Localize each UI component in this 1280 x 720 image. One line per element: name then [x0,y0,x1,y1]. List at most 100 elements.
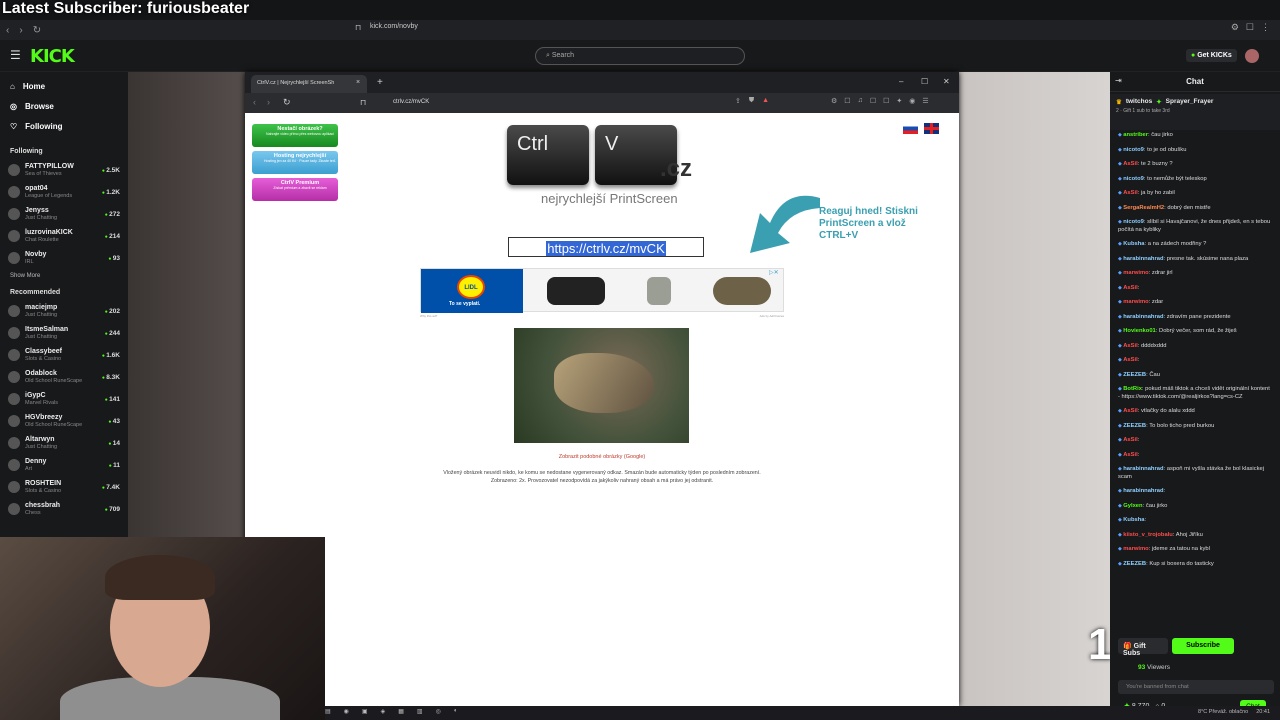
english-flag-icon[interactable] [924,123,939,134]
uploaded-screenshot-image[interactable] [514,328,689,443]
channel-row[interactable]: iGypCMarvel Rivals 141 [0,388,128,410]
extension-icon[interactable]: ⚙ [831,97,837,105]
chat-username[interactable]: Gylxen [1123,503,1142,509]
reload-icon[interactable]: ↻ [283,97,291,108]
forward-icon[interactable]: › [267,97,270,107]
chat-username[interactable]: ZEEZEB [1123,372,1146,378]
forward-icon[interactable]: › [19,25,22,36]
channel-row[interactable]: FATTYPILLOWSea of Thieves 2.5K [0,159,128,181]
nav-home[interactable]: ⌂ Home [0,76,128,96]
chat-username[interactable]: Kubsha [1123,241,1144,247]
extension-icon[interactable]: ✦ [896,97,902,105]
promo-premium[interactable]: CtrlV Premium Získat prémium a zbavit se … [252,178,338,201]
collapse-chat-icon[interactable]: ⇥ [1115,76,1122,85]
tab-ctrlv[interactable]: CtrlV.cz | Nejrychlejší ScreenSh [251,75,367,93]
channel-row[interactable]: HGVbreezyOld School RuneScape 43 [0,410,128,432]
clock[interactable]: 20:41 [1256,709,1270,715]
kick-logo[interactable]: KICK [30,46,75,67]
chat-username[interactable]: AsSil [1123,408,1138,414]
chat-username[interactable]: harabinnahrad [1123,314,1163,320]
chat-username[interactable]: marwimo [1123,270,1148,276]
share-icon[interactable]: ⇪ [735,97,741,105]
close-window-icon[interactable]: ✕ [943,77,950,86]
bookmark-icon[interactable]: ⊓ [360,98,366,107]
chat-username[interactable]: anstriber [1123,132,1148,138]
app-icon[interactable]: ▦ [398,708,404,715]
chat-username[interactable]: AsSil [1123,343,1138,349]
extension-icon[interactable]: ☐ [844,97,850,105]
chat-username[interactable]: harabinnahrad [1123,466,1163,472]
subscribe-button[interactable]: Subscribe [1172,638,1234,654]
chat-username[interactable]: AsSil [1123,285,1138,291]
chat-input[interactable]: You're banned from chat [1118,680,1274,694]
similar-images-link[interactable]: Zobrazit podobné obrázky (Google) [245,454,959,460]
music-icon[interactable]: ♫ [858,97,863,105]
weather-status[interactable]: 8°C Převáž. oblačno [1198,709,1248,715]
chat-username[interactable]: BotRix [1123,386,1142,392]
chat-username[interactable]: nicoto9 [1123,176,1144,182]
share-link-field[interactable]: https://ctrlv.cz/mvCK [508,237,704,257]
chat-username[interactable]: marwimo [1123,299,1148,305]
channel-row[interactable]: ROSHTEINSlots & Casino 7.4K [0,476,128,498]
nav-browse[interactable]: ◎ Browse [0,96,128,116]
channel-row[interactable]: ClassybeefSlots & Casino 1.6K [0,344,128,366]
channel-row[interactable]: DennyArt 11 [0,454,128,476]
chat-username[interactable]: nicoto9 [1123,147,1144,153]
reload-icon[interactable]: ↻ [33,25,41,36]
menu-icon[interactable]: ☰ [922,97,928,105]
channel-row[interactable]: chessbrahChess 709 [0,498,128,520]
maximize-icon[interactable]: ☐ [921,77,928,86]
alert-icon[interactable]: ▲ [762,97,769,105]
menu-icon[interactable]: ☰ [10,48,21,62]
chat-username[interactable]: SergaRealmH2 [1123,205,1164,211]
advertisement[interactable]: LIDL To se vyplatí. ▷✕ [420,268,784,313]
extension-icon[interactable]: ◉ [909,97,915,105]
chat-username[interactable]: AsSil [1123,452,1138,458]
chat-username[interactable]: kiisto_v_trojobalu [1123,532,1173,538]
show-more-button[interactable]: Show More [0,269,128,283]
menu-icon[interactable]: ⋮ [1261,22,1270,33]
chat-username[interactable]: marwimo [1123,546,1148,552]
app-icon[interactable]: ◎ [436,708,441,715]
avatar[interactable] [1245,49,1259,63]
ctrl-key-logo[interactable]: Ctrl [507,125,589,185]
extension-icon[interactable]: ⚙ [1231,22,1239,33]
channel-row[interactable]: maciejmpJust Chatting 202 [0,300,128,322]
channel-row[interactable]: AltarwynJust Chatting 14 [0,432,128,454]
shield-icon[interactable]: ⛊ [749,97,754,105]
app-icon[interactable]: ▣ [362,708,368,715]
chat-username[interactable]: nicoto9 [1123,219,1144,225]
search-input[interactable]: ⌕ Search [535,47,745,65]
new-tab-icon[interactable]: + [377,77,383,88]
app-icon[interactable]: ◉ [344,708,349,715]
close-icon[interactable]: × [356,79,360,86]
slovak-flag-icon[interactable] [903,123,918,134]
chat-username[interactable]: ZEEZEB [1123,423,1146,429]
app-icon[interactable]: ◈ [381,708,386,715]
chat-username[interactable]: AsSil [1123,161,1138,167]
channel-row[interactable]: luzrovinaKICKChat Roulette 214 [0,225,128,247]
gift-subs-button[interactable]: 🎁 Gift Subs [1118,638,1168,657]
get-kicks-button[interactable]: ● Get KICKs [1186,49,1237,62]
chat-username[interactable]: harabinnahrad [1123,488,1163,494]
promo-hosting[interactable]: Hosting nejrychlejší Hosting jen za 40 Kč… [252,151,338,174]
chat-username[interactable]: harabinnahrad [1123,256,1163,262]
promo-video-upload[interactable]: Nestačí obrázek? Nahrajte video přímo pře… [252,124,338,147]
bookmark-icon[interactable]: ⊓ [355,23,361,32]
back-icon[interactable]: ‹ [6,25,9,36]
minimize-icon[interactable]: – [899,77,903,86]
app-icon[interactable]: ▥ [417,708,423,715]
outer-address-bar[interactable]: kick.com/novby [370,23,418,30]
channel-row[interactable]: OdablockOld School RuneScape 8.3K [0,366,128,388]
channel-row[interactable]: opat04League of Legends 1.2K [0,181,128,203]
nav-following[interactable]: ♡ Following [0,116,128,136]
chat-username[interactable]: AsSil [1123,357,1138,363]
back-icon[interactable]: ‹ [253,97,256,107]
chat-username[interactable]: AsSil [1123,190,1138,196]
channel-row[interactable]: JenyssJust Chatting 272 [0,203,128,225]
inner-address-bar[interactable]: ctrlv.cz/mvCK [393,99,429,105]
extension-icon[interactable]: ☐ [1246,22,1254,33]
chat-username[interactable]: Hovienko01 [1123,328,1156,334]
chat-username[interactable]: Kubsha [1123,517,1144,523]
ad-close-icon[interactable]: ▷✕ [769,269,779,276]
